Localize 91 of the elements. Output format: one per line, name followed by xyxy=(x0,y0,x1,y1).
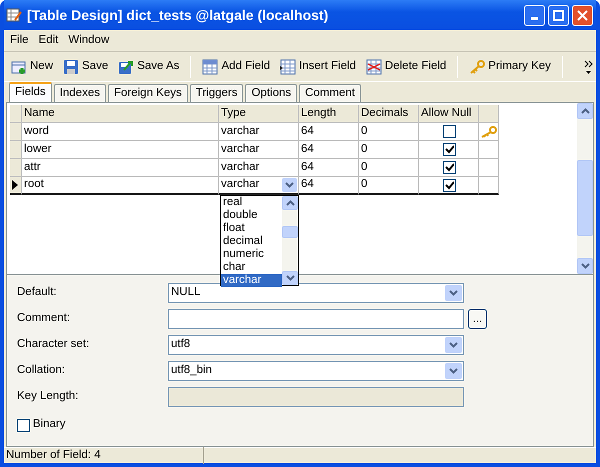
table-cell: lower xyxy=(22,141,219,159)
toolbar-button[interactable]: Insert Field xyxy=(277,56,359,78)
checkbox[interactable] xyxy=(17,418,30,432)
table-cell-text: varchar xyxy=(221,124,260,139)
close-icon xyxy=(577,10,588,20)
table-grid-icon xyxy=(202,58,218,74)
table-design-icon xyxy=(6,7,22,23)
toolbar-button[interactable]: Save xyxy=(60,56,112,78)
document-plus-icon xyxy=(11,58,27,74)
field-label: Character set: xyxy=(17,337,90,352)
menu-item[interactable]: File xyxy=(10,32,29,50)
dropdown-option[interactable]: double xyxy=(221,209,282,222)
checkbox[interactable] xyxy=(443,143,456,156)
checkbox[interactable] xyxy=(443,125,456,138)
chevron-up-icon xyxy=(580,108,590,114)
table-grid-icon xyxy=(280,58,296,74)
toolbar-button[interactable]: New xyxy=(8,56,56,78)
checkbox-label: Binary xyxy=(32,417,66,432)
tab[interactable]: Comment xyxy=(299,84,361,102)
toolbar-button[interactable]: Primary Key xyxy=(466,56,554,78)
dropdown-option[interactable]: float xyxy=(221,222,282,235)
table-cell: attr xyxy=(22,159,219,177)
table-cell-text: varchar xyxy=(221,142,260,157)
chevron-down-icon xyxy=(449,368,458,374)
header-cell xyxy=(10,105,22,123)
minimize-icon xyxy=(531,16,538,20)
chevron-down-icon xyxy=(286,275,294,281)
tab[interactable]: Indexes xyxy=(54,84,106,102)
menu-item[interactable]: Edit xyxy=(38,32,58,50)
table-cell: 64 xyxy=(299,123,359,141)
chevron-down-icon xyxy=(285,182,294,188)
toolbar-button[interactable]: Add Field xyxy=(199,56,274,78)
field-label: Default: xyxy=(17,285,58,300)
dropdown-option[interactable]: decimal xyxy=(221,235,282,248)
tab[interactable]: Triggers xyxy=(190,84,244,102)
dropdown-field[interactable]: utf8 xyxy=(168,335,464,355)
menu-item[interactable]: Window xyxy=(68,32,110,50)
chevron-down-icon xyxy=(449,290,458,296)
table-cell: 0 xyxy=(359,141,419,159)
column-header: Length xyxy=(299,105,359,123)
current-row-icon xyxy=(12,180,18,190)
scroll-thumb[interactable] xyxy=(282,226,298,238)
key-icon xyxy=(469,58,486,74)
toolbar-button[interactable]: Delete Field xyxy=(362,56,450,78)
table-cell: root xyxy=(22,177,219,195)
chevron-down-icon xyxy=(449,342,458,348)
table-cell: 0 xyxy=(359,177,419,195)
table-cell: 64 xyxy=(299,177,359,195)
column-header: Name xyxy=(22,105,219,123)
table-cell: 64 xyxy=(299,159,359,177)
input-field[interactable] xyxy=(168,387,464,407)
table-cell: 0 xyxy=(359,123,419,141)
dropdown-option[interactable]: char xyxy=(221,261,282,274)
table-cell-text: varchar xyxy=(221,177,260,192)
chevron-down-icon xyxy=(580,263,590,269)
toolbar-button[interactable]: Save As xyxy=(115,56,182,78)
dropdown-field[interactable]: NULL xyxy=(168,283,464,303)
dropdown-option[interactable]: numeric xyxy=(221,248,282,261)
dropdown-option[interactable]: real xyxy=(221,196,282,209)
dropdown-button[interactable] xyxy=(282,178,297,192)
checkbox[interactable] xyxy=(443,178,456,192)
maximize-button[interactable] xyxy=(548,4,570,26)
column-header: Allow Null xyxy=(419,105,479,123)
browse-button[interactable]: ... xyxy=(468,309,487,329)
table-cross-icon xyxy=(366,58,382,74)
input-field[interactable] xyxy=(168,309,464,329)
chevron-up-icon xyxy=(286,200,294,206)
field-label: Collation: xyxy=(17,363,66,378)
checkbox[interactable] xyxy=(443,161,456,174)
close-button[interactable] xyxy=(572,4,594,26)
table-cell-text: varchar xyxy=(221,160,260,175)
column-header: Decimals xyxy=(359,105,419,123)
overflow-chevron-icon[interactable] xyxy=(584,58,594,74)
scrollbar[interactable] xyxy=(577,103,593,274)
column-header: Type xyxy=(219,105,299,123)
tab[interactable]: Fields xyxy=(9,82,52,102)
scrollbar[interactable] xyxy=(282,196,298,285)
key-icon xyxy=(481,126,497,138)
table-cell: 64 xyxy=(299,141,359,159)
field-label: Comment: xyxy=(17,311,72,326)
maximize-icon xyxy=(553,10,564,20)
window-title: [Table Design] dict_tests @latgale (localhost) xyxy=(27,6,328,25)
status-text: Number of Field: 4 xyxy=(6,448,101,461)
table-cell: 0 xyxy=(359,159,419,177)
field-label: Key Length: xyxy=(17,389,80,404)
table-cell: word xyxy=(22,123,219,141)
tab[interactable]: Foreign Keys xyxy=(108,84,188,102)
dropdown-field[interactable]: utf8_bin xyxy=(168,361,464,381)
tab[interactable]: Options xyxy=(245,84,298,102)
minimize-button[interactable] xyxy=(524,4,546,26)
dropdown-option[interactable]: varchar xyxy=(221,274,282,287)
